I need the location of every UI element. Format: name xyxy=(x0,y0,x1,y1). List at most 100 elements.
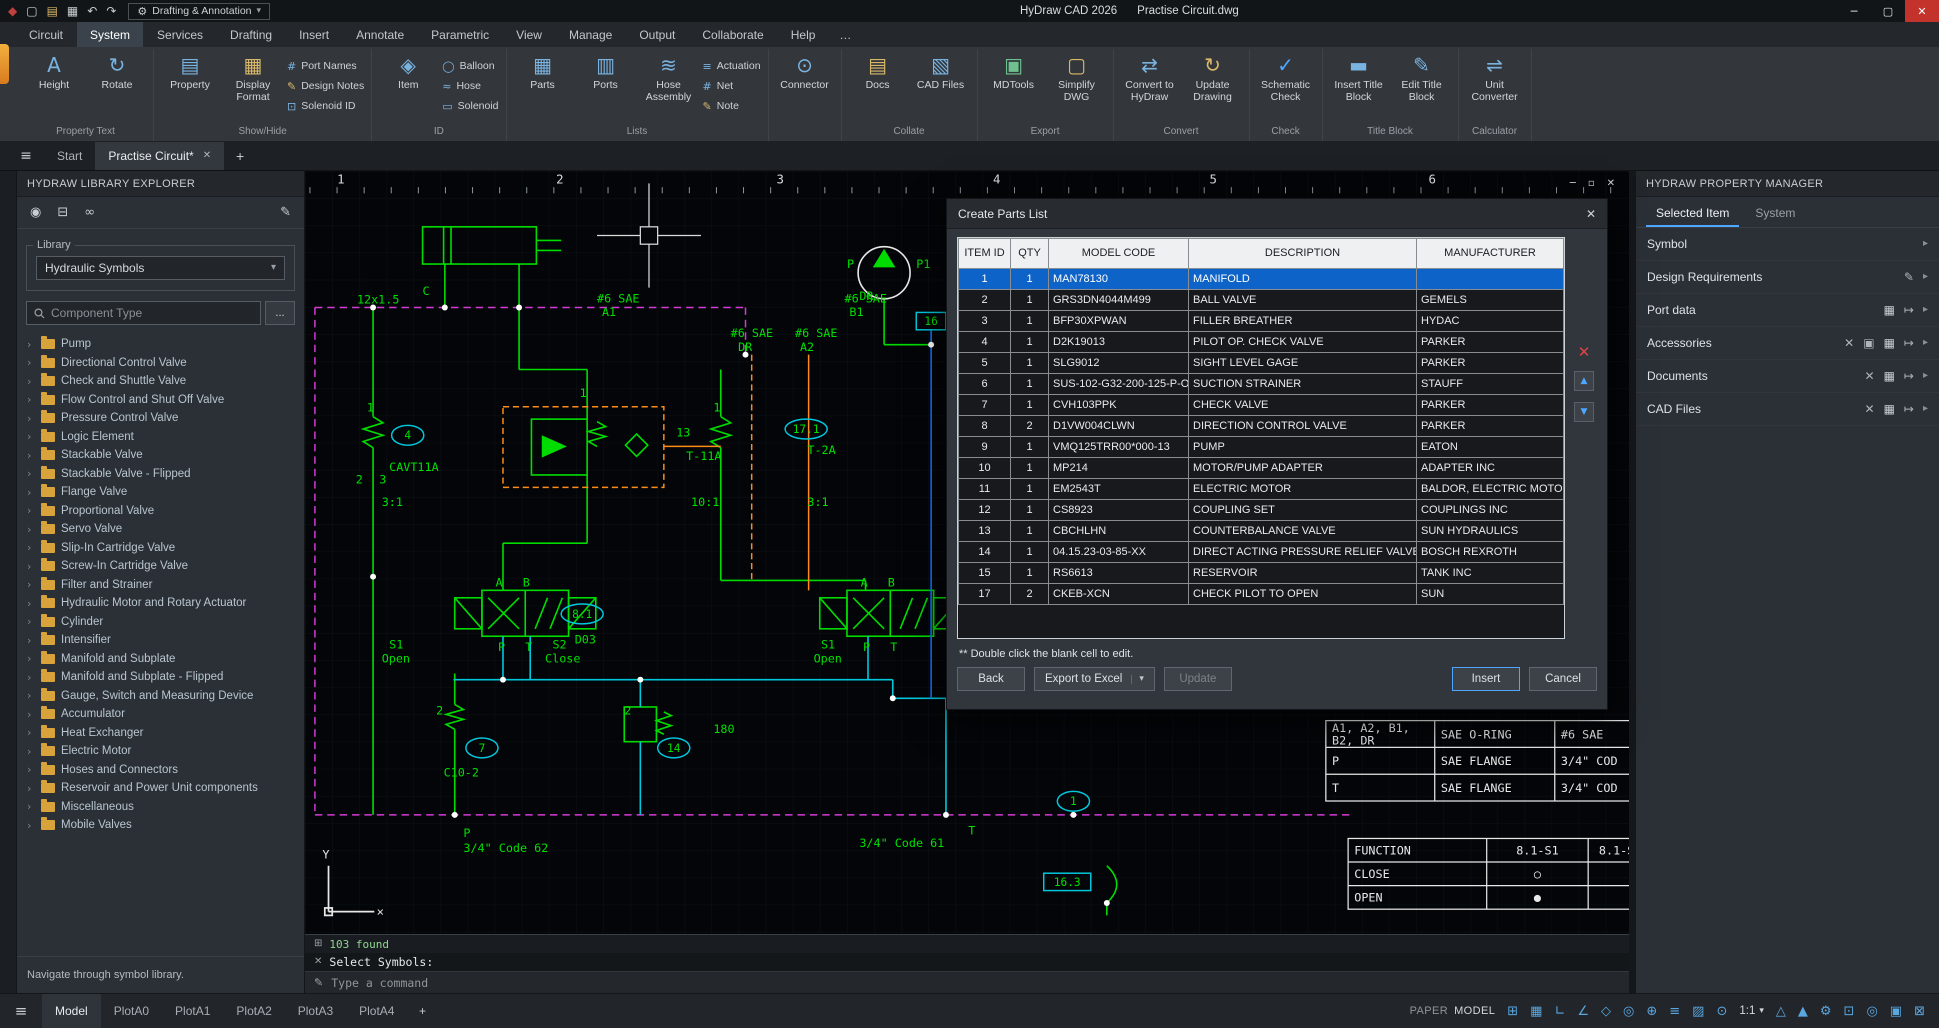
annotation-visibility-icon[interactable]: △ xyxy=(1776,1005,1786,1018)
ribbon-tab-manage[interactable]: Manage xyxy=(556,22,625,47)
layout-tab-plota4[interactable]: PlotA4 xyxy=(346,994,407,1028)
osnap-icon[interactable]: ◎ xyxy=(1623,1005,1634,1018)
layout-tab-model[interactable]: Model xyxy=(42,994,101,1028)
snap-icon[interactable]: ▦ xyxy=(1530,1005,1542,1018)
drawing-minimize-icon[interactable]: ─ xyxy=(1570,179,1576,189)
export-icon[interactable]: ↦ xyxy=(1904,304,1914,316)
ribbon-button-docs[interactable]: ▤Docs xyxy=(849,51,907,91)
ribbon-button-ports[interactable]: ▥Ports xyxy=(577,51,635,91)
ribbon-button-rotate[interactable]: ↻Rotate xyxy=(88,51,146,91)
dialog-titlebar[interactable]: Create Parts List ✕ xyxy=(947,199,1607,229)
delete-row-icon[interactable]: ✕ xyxy=(1578,345,1591,360)
delete-icon[interactable]: ✕ xyxy=(1844,337,1854,349)
drawing-restore-icon[interactable]: ▫ xyxy=(1588,179,1595,189)
table-row[interactable]: 11MAN78130MANIFOLD xyxy=(959,269,1564,290)
ribbon-tab-parametric[interactable]: Parametric xyxy=(418,22,502,47)
ports-view-icon[interactable]: ∞ xyxy=(84,206,95,219)
save-icon[interactable]: ▦ xyxy=(1884,337,1895,349)
open-icon[interactable]: ▤ xyxy=(47,5,58,17)
ribbon-button-unit-converter[interactable]: ⇌Unit Converter xyxy=(1466,51,1524,103)
ribbon-button-simplify-dwg[interactable]: ▢Simplify DWG xyxy=(1048,51,1106,103)
delete-icon[interactable]: ✕ xyxy=(1865,403,1875,415)
export-to-excel-dropdown[interactable]: Export to Excel ▾ xyxy=(1034,667,1155,691)
property-section-port-data[interactable]: Port data▦↦▸ xyxy=(1636,294,1939,327)
ribbon-tab-output[interactable]: Output xyxy=(626,22,688,47)
grid-icon[interactable]: ⊞ xyxy=(1507,1005,1518,1018)
tree-item-filter-and-strainer[interactable]: ›Filter and Strainer xyxy=(17,576,304,595)
connections-view-icon[interactable]: ⊟ xyxy=(57,206,68,219)
tree-item-cylinder[interactable]: ›Cylinder xyxy=(17,613,304,632)
tree-item-intensifier[interactable]: ›Intensifier xyxy=(17,631,304,650)
insert-button[interactable]: Insert xyxy=(1452,667,1520,691)
isolate-icon[interactable]: ◎ xyxy=(1866,1005,1877,1018)
save-icon[interactable]: ▦ xyxy=(1884,403,1895,415)
tree-item-servo-valve[interactable]: ›Servo Valve xyxy=(17,520,304,539)
ribbon-button-convert-to-hydraw[interactable]: ⇄Convert to HyDraw xyxy=(1121,51,1179,103)
ribbon-tab-drafting[interactable]: Drafting xyxy=(217,22,285,47)
save-icon[interactable]: ▦ xyxy=(1884,304,1895,316)
table-row[interactable]: 151RS6613RESERVOIRTANK INC xyxy=(959,563,1564,584)
add-layout-button[interactable]: + xyxy=(407,994,437,1028)
table-row[interactable]: 61SUS-102-G32-200-125-P-OSUCTION STRAINE… xyxy=(959,374,1564,395)
ribbon-tab-collaborate[interactable]: Collaborate xyxy=(689,22,776,47)
table-row[interactable]: 51SLG9012SIGHT LEVEL GAGEPARKER xyxy=(959,353,1564,374)
doc-tab-practise-circuit[interactable]: Practise Circuit*✕ xyxy=(95,142,224,170)
copy-icon[interactable]: ▣ xyxy=(1863,337,1874,349)
ribbon-button-solenoid-id[interactable]: ⊡Solenoid ID xyxy=(287,97,364,115)
table-row[interactable]: 111EM2543TELECTRIC MOTORBALDOR, ELECTRIC… xyxy=(959,479,1564,500)
ribbon-button-balloon[interactable]: ◯Balloon xyxy=(442,57,498,75)
tree-item-proportional-valve[interactable]: ›Proportional Valve xyxy=(17,502,304,521)
tree-item-manifold-and-subplate[interactable]: ›Manifold and Subplate xyxy=(17,650,304,669)
ribbon-button-item[interactable]: ◈Item xyxy=(379,51,437,91)
redo-icon[interactable]: ↷ xyxy=(106,5,116,17)
ribbon-button-design-notes[interactable]: ✎Design Notes xyxy=(287,77,364,95)
ribbon-tab-view[interactable]: View xyxy=(503,22,555,47)
layout-tab-plota1[interactable]: PlotA1 xyxy=(162,994,223,1028)
autoscale-icon[interactable]: ▲ xyxy=(1798,1005,1808,1018)
workspace-gear-icon[interactable]: ⚙ xyxy=(1820,1005,1832,1018)
back-button[interactable]: Back xyxy=(957,667,1025,691)
search-more-button[interactable]: ... xyxy=(265,301,295,325)
maximize-button[interactable]: ▢ xyxy=(1871,0,1905,22)
property-section-accessories[interactable]: Accessories✕▣▦↦▸ xyxy=(1636,327,1939,360)
polar-icon[interactable]: ∠ xyxy=(1577,1005,1589,1018)
transparency-icon[interactable]: ▨ xyxy=(1692,1005,1704,1018)
ribbon-button-update-drawing[interactable]: ↻Update Drawing xyxy=(1184,51,1242,103)
ribbon-button-actuation[interactable]: ≡Actuation xyxy=(703,57,761,75)
tree-item-heat-exchanger[interactable]: ›Heat Exchanger xyxy=(17,724,304,743)
ribbon-button-display-format[interactable]: ▦Display Format xyxy=(224,51,282,103)
tree-item-miscellaneous[interactable]: ›Miscellaneous xyxy=(17,798,304,817)
table-row[interactable]: 14104.15.23-03-85-XXDIRECT ACTING PRESSU… xyxy=(959,542,1564,563)
ribbon-button-port-names[interactable]: #Port Names xyxy=(287,57,364,75)
cancel-button[interactable]: Cancel xyxy=(1529,667,1597,691)
minimize-button[interactable]: ─ xyxy=(1837,0,1871,22)
ribbon-tab-annotate[interactable]: Annotate xyxy=(343,22,417,47)
close-small-icon[interactable]: ✕ xyxy=(314,957,322,967)
tree-item-mobile-valves[interactable]: ›Mobile Valves xyxy=(17,816,304,835)
doc-tab-close-icon[interactable]: ✕ xyxy=(203,151,211,161)
undo-icon[interactable]: ↶ xyxy=(87,5,97,17)
property-section-documents[interactable]: Documents✕▦↦▸ xyxy=(1636,360,1939,393)
table-row[interactable]: 121CS8923COUPLING SETCOUPLINGS INC xyxy=(959,500,1564,521)
ribbon-tab-insert[interactable]: Insert xyxy=(286,22,342,47)
export-icon[interactable]: ↦ xyxy=(1904,403,1914,415)
new-icon[interactable]: ▢ xyxy=(26,5,37,17)
paper-model-toggle[interactable]: PAPERMODEL xyxy=(1410,1005,1496,1017)
property-section-cad-files[interactable]: CAD Files✕▦↦▸ xyxy=(1636,393,1939,426)
tree-item-electric-motor[interactable]: ›Electric Motor xyxy=(17,742,304,761)
layout-tab-plota3[interactable]: PlotA3 xyxy=(285,994,346,1028)
symbol-view-icon[interactable]: ◉ xyxy=(30,206,41,219)
update-button[interactable]: Update xyxy=(1164,667,1232,691)
annotation-monitor-icon[interactable]: ⊡ xyxy=(1844,1005,1855,1018)
ribbon-tab-services[interactable]: Services xyxy=(144,22,216,47)
tree-item-flow-control-and-shut-off-valve[interactable]: ›Flow Control and Shut Off Valve xyxy=(17,391,304,410)
export-icon[interactable]: ↦ xyxy=(1904,337,1914,349)
new-doc-tab-button[interactable]: + xyxy=(224,142,256,170)
otrack-icon[interactable]: ⊕ xyxy=(1646,1005,1657,1018)
ribbon-tab-circuit[interactable]: Circuit xyxy=(16,22,76,47)
layout-tab-plota0[interactable]: PlotA0 xyxy=(101,994,162,1028)
ortho-icon[interactable]: ∟ xyxy=(1554,1005,1565,1018)
ribbon-button-edit-title-block[interactable]: ✎Edit Title Block xyxy=(1393,51,1451,103)
layout-tab-plota2[interactable]: PlotA2 xyxy=(223,994,284,1028)
save-icon[interactable]: ▦ xyxy=(67,5,78,17)
